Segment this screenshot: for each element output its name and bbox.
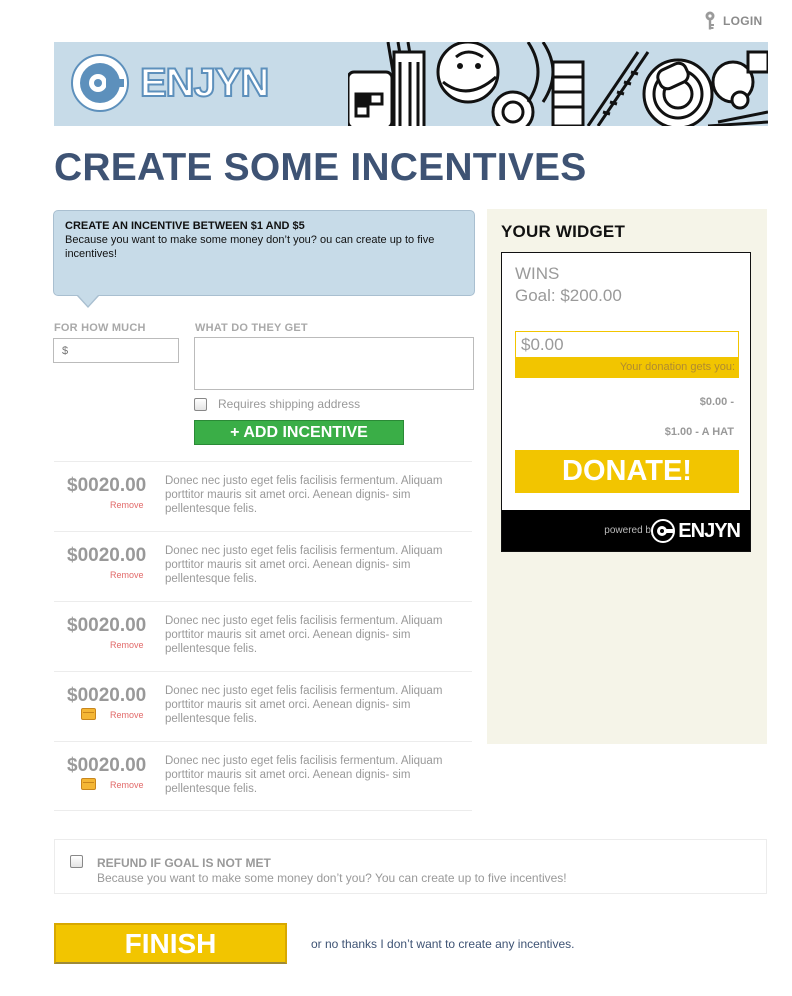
incentive-row: $0020.00 Remove Donec nec justo eget fel… (54, 671, 472, 741)
login-label: LOGIN (723, 14, 763, 28)
donation-gets-label: Your donation gets you: (515, 358, 739, 378)
donate-button[interactable]: DONATE! (515, 450, 739, 493)
finish-button[interactable]: FINISH (54, 923, 287, 964)
incentive-description: Donec nec justo eget felis facilisis fer… (165, 755, 443, 795)
shipping-label: Requires shipping address (218, 397, 361, 411)
donation-amount-input[interactable] (515, 331, 739, 358)
skip-incentives-link[interactable]: or no thanks I don’t want to create any … (311, 937, 574, 951)
incentive-row: $0020.00 Remove Donec nec justo eget fel… (54, 601, 472, 671)
remove-link[interactable]: Remove (110, 570, 144, 580)
widget-brand-wordmark: ENJYN (678, 519, 741, 542)
refund-title: REFUND IF GOAL IS NOT MET (97, 856, 271, 870)
incentive-row: $0020.00 Remove Donec nec justo eget fel… (54, 741, 472, 811)
incentive-amount: $0020.00 (67, 685, 147, 706)
incentive-amount: $0020.00 (67, 475, 147, 496)
info-text: Because you want to make some money don’… (65, 234, 435, 260)
incentive-row: $0020.00 Remove Donec nec justo eget fel… (54, 531, 472, 601)
banner-illustration (348, 42, 768, 126)
shipping-option[interactable]: Requires shipping address (194, 397, 360, 411)
incentive-description: Donec nec justo eget felis facilisis fer… (165, 615, 443, 655)
remove-link[interactable]: Remove (110, 640, 144, 650)
incentive-amount: $0020.00 (67, 615, 147, 636)
remove-link[interactable]: Remove (110, 710, 144, 720)
widget-title: YOUR WIDGET (501, 222, 626, 241)
amount-label: FOR HOW MUCH (54, 322, 146, 334)
shipping-box-icon (81, 778, 96, 790)
incentive-description: Donec nec justo eget felis facilisis fer… (165, 685, 443, 725)
brand-wordmark: ENJYN (139, 60, 270, 106)
reward-option[interactable]: $0.00 - (700, 396, 734, 408)
add-incentive-button[interactable]: + ADD INCENTIVE (194, 420, 404, 445)
shipping-checkbox[interactable] (194, 397, 207, 411)
info-callout: CREATE AN INCENTIVE BETWEEN $1 AND $5 Be… (53, 210, 475, 308)
incentive-description: Donec nec justo eget felis facilisis fer… (165, 475, 443, 515)
widget-footer: powered by ENJYN (502, 510, 750, 551)
amount-input[interactable] (53, 338, 179, 363)
brand-logo[interactable]: ENJYN (70, 53, 270, 113)
refund-checkbox[interactable] (70, 855, 83, 868)
remove-link[interactable]: Remove (110, 780, 144, 790)
refund-description: Because you want to make some money don’… (97, 871, 567, 885)
donation-widget: WINS Goal: $200.00 Your donation gets yo… (501, 252, 751, 552)
info-title: CREATE AN INCENTIVE BETWEEN $1 AND $5 (65, 220, 305, 232)
incentive-amount: $0020.00 (67, 755, 147, 776)
incentive-amount: $0020.00 (67, 545, 147, 566)
widget-preview-panel: YOUR WIDGET WINS Goal: $200.00 Your dona… (487, 209, 767, 744)
page-title: CREATE SOME INCENTIVES (54, 146, 587, 189)
remove-link[interactable]: Remove (110, 500, 144, 510)
reward-label: WHAT DO THEY GET (195, 322, 308, 334)
login-link[interactable]: LOGIN (703, 11, 763, 31)
enjyn-logo-icon (71, 54, 129, 112)
refund-option: REFUND IF GOAL IS NOT MET Because you wa… (54, 839, 767, 894)
incentive-list: $0020.00 Remove Donec nec justo eget fel… (54, 461, 472, 811)
widget-goal: Goal: $200.00 (515, 286, 622, 305)
header-banner: ENJYN (54, 42, 768, 126)
key-icon (705, 11, 715, 30)
incentive-row: $0020.00 Remove Donec nec justo eget fel… (54, 461, 472, 531)
widget-campaign-name: WINS (515, 264, 560, 283)
incentive-description: Donec nec justo eget felis facilisis fer… (165, 545, 443, 585)
reward-input[interactable] (194, 337, 474, 390)
enjyn-logo-icon (651, 519, 676, 543)
reward-option[interactable]: $1.00 - A HAT (665, 426, 734, 438)
shipping-box-icon (81, 708, 96, 720)
widget-brand-logo[interactable]: ENJYN (651, 519, 741, 543)
powered-by-label: powered by (604, 525, 656, 536)
